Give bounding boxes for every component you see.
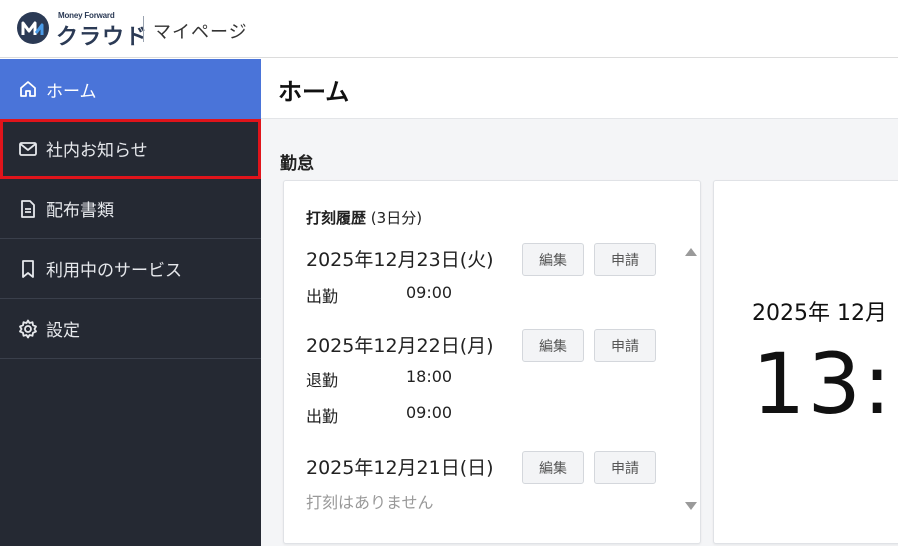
punch-history-label: 打刻履歴 [306,209,367,227]
brand-divider [143,16,144,42]
brand-main-text: クラウド [56,25,149,50]
sidebar-item-settings[interactable]: 設定 [0,299,261,359]
sidebar-item-label: 配布書類 [46,201,114,221]
page-title-bar: ホーム [261,59,898,119]
document-icon [17,198,39,220]
history-day-date: 2025年12月22日(月) [306,335,494,357]
sidebar: ホーム 社内お知らせ 配布書類 利用中のサービス 設定 [0,59,261,546]
punch-time: 09:00 [406,283,453,302]
punch-type: 出勤 [306,407,339,426]
apply-button[interactable]: 申請 [594,243,656,276]
no-punch-text: 打刻はありません [306,493,434,512]
apply-button[interactable]: 申請 [594,329,656,362]
app-header: Money Forward クラウド マイページ [0,0,898,58]
sidebar-item-label: 設定 [46,321,80,341]
clock-time: 13:1 [752,335,898,433]
sidebar-item-home[interactable]: ホーム [0,59,261,119]
punch-time: 18:00 [406,367,453,386]
sidebar-item-documents[interactable]: 配布書類 [0,179,261,239]
home-icon [17,78,39,100]
punch-type: 出勤 [306,287,339,306]
history-day-date: 2025年12月21日(日) [306,457,494,479]
money-forward-logo-icon[interactable] [16,11,50,45]
sidebar-item-label: ホーム [46,81,97,102]
clock-card: 2025年 12月 13:1 [713,180,898,544]
edit-button[interactable]: 編集 [522,329,584,362]
punch-history-card: 打刻履歴 (3日分) 2025年12月23日(火) 編集 申請 出勤 09:00… [283,180,701,544]
scroll-up-arrow-icon[interactable] [685,248,697,256]
sidebar-item-label: 利用中のサービス [46,261,182,281]
edit-button[interactable]: 編集 [522,243,584,276]
punch-history-range: (3日分) [370,209,423,227]
mail-icon [17,138,39,160]
edit-button[interactable]: 編集 [522,451,584,484]
bookmark-icon [17,258,39,280]
punch-type: 退勤 [306,371,339,390]
punch-row: 出勤 09:00 [306,283,452,307]
sidebar-item-announcements[interactable]: 社内お知らせ [0,119,261,179]
sidebar-item-label: 社内お知らせ [46,141,148,161]
brand-sub-text: マイページ [153,22,248,43]
punch-time: 09:00 [406,403,453,422]
punch-row: 退勤 18:00 [306,367,452,391]
punch-row: 出勤 09:00 [306,403,452,427]
scroll-down-arrow-icon[interactable] [685,502,697,510]
page-title: ホーム [278,78,350,106]
section-title-attendance: 勤怠 [280,154,314,174]
sidebar-item-services[interactable]: 利用中のサービス [0,239,261,299]
gear-icon [17,318,39,340]
punch-history-title: 打刻履歴 (3日分) [306,207,422,228]
apply-button[interactable]: 申請 [594,451,656,484]
history-day-date: 2025年12月23日(火) [306,249,494,271]
main-content: ホーム 勤怠 打刻履歴 (3日分) 2025年12月23日(火) 編集 申請 出… [261,59,898,546]
clock-clip: 2025年 12月 13:1 [714,181,898,545]
clock-date: 2025年 12月 [752,301,887,326]
